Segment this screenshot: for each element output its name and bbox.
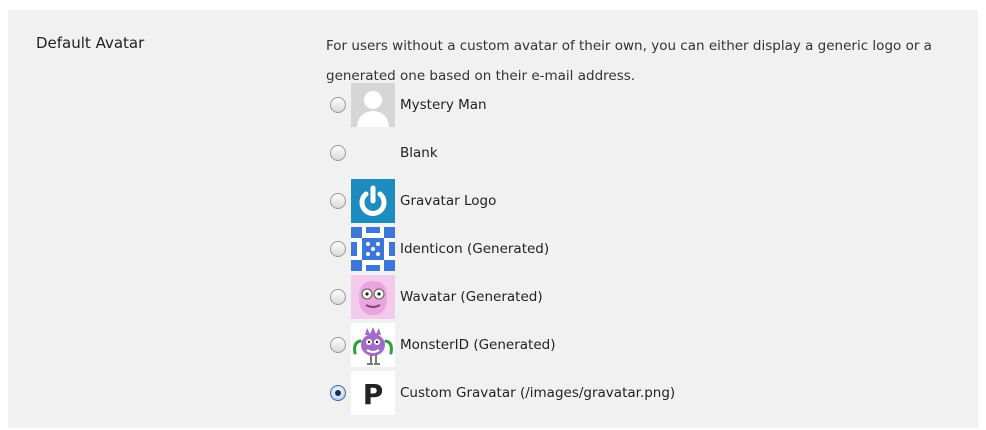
gravatar-logo-icon bbox=[351, 178, 395, 223]
option-custom-gravatar[interactable]: P Custom Gravatar (/images/gravatar.png) bbox=[330, 370, 970, 415]
option-mystery-man[interactable]: Mystery Man bbox=[330, 82, 970, 127]
radio-blank[interactable] bbox=[330, 144, 346, 161]
wavatar-icon bbox=[351, 274, 395, 319]
option-label: Mystery Man bbox=[400, 96, 487, 113]
option-label: Custom Gravatar (/images/gravatar.png) bbox=[400, 384, 676, 401]
option-wavatar[interactable]: Wavatar (Generated) bbox=[330, 274, 970, 319]
option-label: Wavatar (Generated) bbox=[400, 288, 543, 305]
option-identicon[interactable]: Identicon (Generated) bbox=[330, 226, 970, 271]
option-label: MonsterID (Generated) bbox=[400, 336, 556, 353]
monsterid-icon bbox=[351, 322, 395, 367]
svg-text:P: P bbox=[363, 378, 384, 411]
option-label: Blank bbox=[400, 144, 438, 161]
option-gravatar-logo[interactable]: Gravatar Logo bbox=[330, 178, 970, 223]
option-monsterid[interactable]: MonsterID (Generated) bbox=[330, 322, 970, 367]
radio-mystery-man[interactable] bbox=[330, 96, 346, 113]
radio-wavatar[interactable] bbox=[330, 288, 346, 305]
setting-label: Default Avatar bbox=[36, 34, 145, 52]
radio-identicon[interactable] bbox=[330, 240, 346, 257]
option-label: Gravatar Logo bbox=[400, 192, 497, 209]
radio-gravatar-logo[interactable] bbox=[330, 192, 346, 209]
option-label: Identicon (Generated) bbox=[400, 240, 550, 257]
blank-icon bbox=[351, 131, 395, 175]
custom-p-icon: P bbox=[351, 370, 395, 415]
radio-monsterid[interactable] bbox=[330, 336, 346, 353]
radio-custom-gravatar[interactable] bbox=[330, 384, 346, 401]
mystery-man-icon bbox=[351, 82, 395, 127]
identicon-icon bbox=[351, 226, 395, 271]
option-blank[interactable]: Blank bbox=[330, 130, 970, 175]
